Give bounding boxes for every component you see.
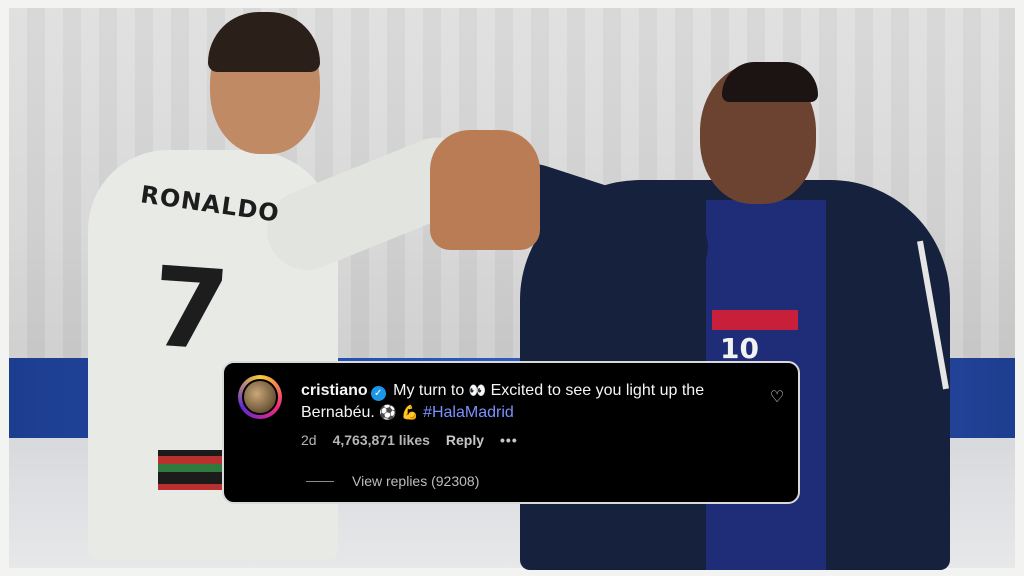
comment-time: 2d (301, 432, 317, 448)
replies-divider-line (306, 480, 334, 482)
comment-card: cristiano ✓ My turn to 👀 Excited to see y… (222, 361, 800, 504)
avatar[interactable] (238, 375, 282, 419)
eyes-emoji: 👀 (468, 383, 487, 399)
soccer-ball-emoji: ⚽ (379, 405, 397, 421)
likes-count[interactable]: 4,763,871 likes (333, 432, 430, 448)
player-left-jersey-number: 7 (147, 242, 233, 376)
comment-text-part1: My turn to (393, 382, 465, 399)
view-replies-button[interactable]: View replies (92308) (306, 473, 479, 489)
reply-button[interactable]: Reply (446, 432, 484, 448)
flexed-biceps-emoji: 💪 (401, 405, 419, 421)
high-five-hands (430, 130, 540, 250)
like-heart-icon[interactable]: ♡ (768, 389, 786, 407)
avatar-image (242, 379, 278, 415)
verified-badge-icon: ✓ (370, 386, 386, 401)
player-right-hair (722, 62, 818, 102)
hashtag-link[interactable]: #HalaMadrid (423, 404, 514, 421)
comment-meta: 2d 4,763,871 likes Reply ••• (301, 432, 534, 448)
username[interactable]: cristiano (301, 382, 368, 399)
player-right-chest-band (712, 310, 798, 330)
more-options-icon[interactable]: ••• (500, 432, 518, 448)
view-replies-label: View replies (92308) (352, 473, 480, 489)
comment-text: cristiano ✓ My turn to 👀 Excited to see y… (301, 380, 746, 424)
